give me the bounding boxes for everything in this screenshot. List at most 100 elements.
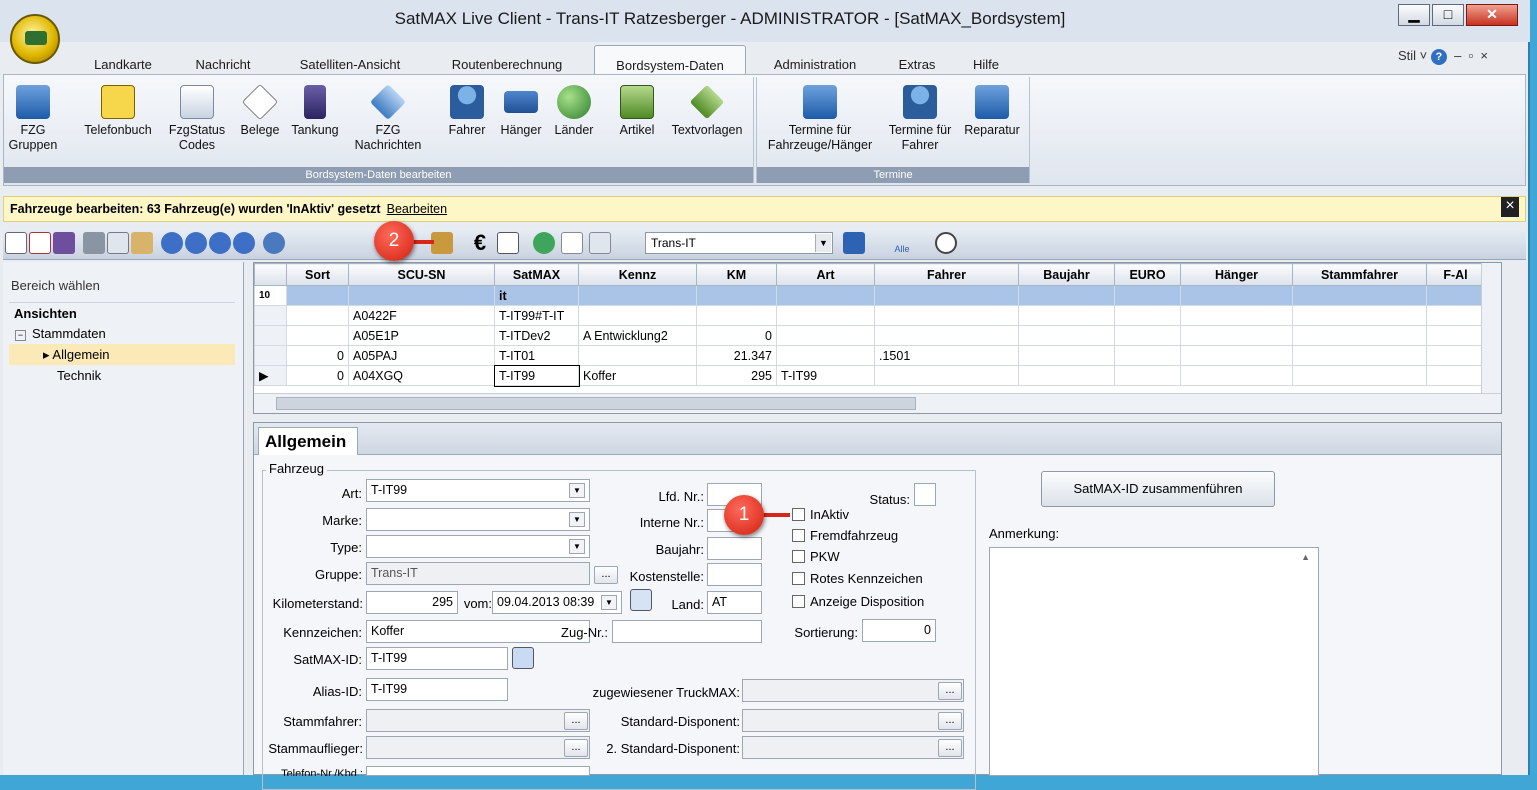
delete-record-icon[interactable]: [29, 232, 51, 254]
filter-cell[interactable]: [776, 285, 875, 306]
disponent2-field[interactable]: [742, 736, 964, 759]
gruppe-field[interactable]: Trans-IT: [366, 562, 590, 585]
copy-icon[interactable]: [107, 232, 129, 254]
truck-filter-icon[interactable]: [843, 232, 865, 254]
ribbon-fahrer[interactable]: Fahrer: [440, 77, 494, 138]
land-field[interactable]: AT: [707, 591, 762, 614]
company-select[interactable]: Trans-IT ▼: [645, 232, 833, 254]
filter-cell[interactable]: [1292, 285, 1427, 306]
table-cell[interactable]: [1180, 305, 1293, 326]
table-cell[interactable]: [1426, 325, 1485, 346]
tab-bordsystem-daten[interactable]: Bordsystem-Daten: [594, 45, 746, 75]
ribbon-fzg-nachrichten[interactable]: FZG Nachrichten: [344, 77, 432, 153]
inaktiv-checkbox[interactable]: InAktiv: [792, 507, 849, 522]
filter-cell[interactable]: [1426, 285, 1485, 306]
truckmax-browse-button[interactable]: ...: [938, 682, 962, 700]
ribbon-belege[interactable]: Belege: [234, 77, 286, 138]
type-select[interactable]: ▼: [366, 535, 590, 558]
ribbon-tankung[interactable]: Tankung: [286, 77, 344, 138]
app-logo-icon[interactable]: [10, 14, 60, 64]
table-cell[interactable]: [1180, 365, 1293, 386]
column-header-0[interactable]: Sort: [286, 263, 349, 286]
table-cell[interactable]: [1114, 365, 1181, 386]
table-cell[interactable]: 0: [696, 325, 777, 346]
disponent2-browse-button[interactable]: ...: [938, 739, 962, 757]
tab-routenberechnung[interactable]: Routenberechnung: [432, 45, 582, 75]
disponent-field[interactable]: [742, 709, 964, 732]
column-header-9[interactable]: Hänger: [1180, 263, 1293, 286]
column-header-7[interactable]: Baujahr: [1018, 263, 1115, 286]
table-cell[interactable]: [776, 325, 875, 346]
table-cell[interactable]: [1292, 345, 1427, 366]
table-cell[interactable]: T-IT01: [494, 345, 579, 366]
satmaxid-merge-button[interactable]: SatMAX-ID zusammenführen: [1041, 471, 1275, 507]
ribbon-artikel[interactable]: Artikel: [610, 77, 664, 138]
alle-filter-icon[interactable]: Alle: [891, 232, 913, 254]
filter-cell[interactable]: [1018, 285, 1115, 306]
zug-field[interactable]: [612, 620, 762, 643]
grid-horizontal-scrollbar[interactable]: [254, 393, 1501, 413]
baujahr-field[interactable]: [707, 537, 762, 560]
alias-field[interactable]: T-IT99: [366, 678, 508, 701]
rotes-kennzeichen-checkbox[interactable]: Rotes Kennzeichen: [792, 571, 923, 586]
table-cell[interactable]: T-IT99#T-IT: [494, 305, 579, 326]
tab-satelliten-ansicht[interactable]: Satelliten-Ansicht: [280, 45, 420, 75]
save-icon[interactable]: [53, 232, 75, 254]
table-cell[interactable]: A04XGQ: [348, 365, 495, 386]
table-cell[interactable]: T-IT99: [776, 365, 875, 386]
table-cell[interactable]: 0: [286, 345, 349, 366]
vehicle-info-icon[interactable]: [431, 232, 453, 254]
first-record-icon[interactable]: [161, 232, 183, 254]
pkw-checkbox[interactable]: PKW: [792, 549, 840, 564]
next-record-icon[interactable]: [209, 232, 231, 254]
filter-cell[interactable]: [696, 285, 777, 306]
table-row[interactable]: A0422F T-IT99#T-IT: [254, 305, 1485, 326]
disponent-browse-button[interactable]: ...: [938, 712, 962, 730]
cut-icon[interactable]: [83, 232, 105, 254]
anmerkung-textarea[interactable]: ▲: [989, 547, 1319, 776]
vom-datetime-field[interactable]: 09.04.2013 08:39 ▼: [492, 591, 622, 614]
truckmax-field[interactable]: [742, 679, 964, 702]
filter-cell[interactable]: it: [494, 285, 579, 306]
close-button[interactable]: ✕: [1466, 4, 1518, 26]
column-header-6[interactable]: Fahrer: [874, 263, 1019, 286]
ribbon-reparatur[interactable]: Reparatur: [957, 77, 1027, 138]
table-cell[interactable]: [286, 305, 349, 326]
table-row[interactable]: A05E1P T-ITDev2 A Entwicklung2 0: [254, 325, 1485, 346]
table-cell[interactable]: [874, 325, 1019, 346]
stammfahrer-field[interactable]: [366, 709, 590, 732]
table-cell[interactable]: [1114, 305, 1181, 326]
column-header-10[interactable]: Stammfahrer: [1292, 263, 1427, 286]
table-cell[interactable]: [1426, 305, 1485, 326]
sortierung-field[interactable]: 0: [862, 619, 936, 642]
kostenstelle-field[interactable]: [707, 563, 762, 586]
filter-cell[interactable]: [348, 285, 495, 306]
table-cell[interactable]: [1292, 325, 1427, 346]
collapse-icon[interactable]: −: [15, 330, 26, 341]
marke-select[interactable]: ▼: [366, 508, 590, 531]
table-cell[interactable]: [1180, 345, 1293, 366]
grid-vertical-scrollbar[interactable]: [1481, 263, 1501, 393]
table-cell[interactable]: .1501: [874, 345, 1019, 366]
table-row[interactable]: 0 A05PAJ T-IT01 21.347 .1501: [254, 345, 1485, 366]
table-cell[interactable]: 0: [286, 365, 349, 386]
row-selector[interactable]: [254, 305, 287, 326]
table-cell[interactable]: [1018, 365, 1115, 386]
edit-satmaxid-icon[interactable]: [512, 647, 534, 669]
satmaxid-field[interactable]: T-IT99: [366, 647, 508, 670]
column-header-5[interactable]: Art: [776, 263, 875, 286]
table-cell[interactable]: T-IT99: [493, 364, 580, 387]
table-cell[interactable]: [1018, 305, 1115, 326]
column-header-2[interactable]: SatMAX: [494, 263, 579, 286]
ribbon-fzg-gruppen[interactable]: FZG Gruppen: [8, 77, 58, 153]
last-record-icon[interactable]: [233, 232, 255, 254]
row-selector[interactable]: [254, 325, 287, 346]
tab-allgemein[interactable]: Allgemein: [258, 427, 358, 455]
kilometerstand-field[interactable]: 295: [366, 591, 458, 614]
row-selector[interactable]: ▶: [254, 365, 287, 386]
filter-cell[interactable]: [286, 285, 349, 306]
minimize-button[interactable]: ▁: [1398, 4, 1430, 26]
column-header-4[interactable]: KM: [696, 263, 777, 286]
tab-extras[interactable]: Extras: [884, 45, 950, 75]
tab-administration[interactable]: Administration: [756, 45, 874, 75]
